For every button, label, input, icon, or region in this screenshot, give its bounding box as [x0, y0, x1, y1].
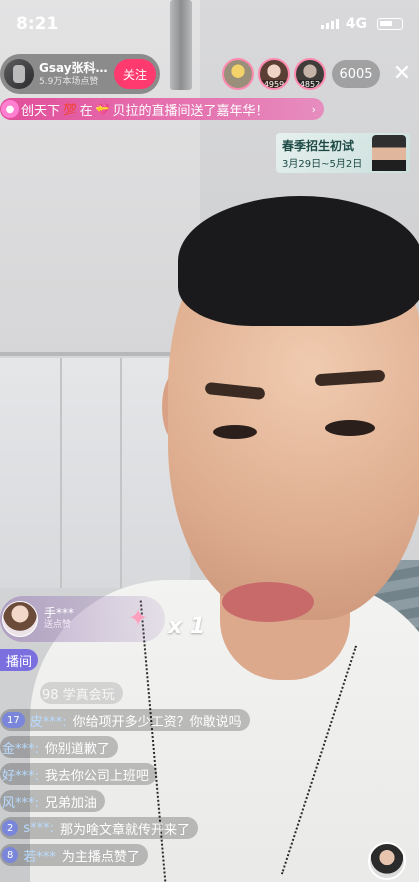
battery-icon	[377, 18, 403, 30]
close-icon[interactable]: ✕	[388, 60, 416, 88]
level-badge: 17	[2, 712, 25, 728]
chat-username[interactable]: 风***:	[2, 792, 39, 811]
follow-button[interactable]: 关注	[114, 59, 156, 89]
hundred-icon: 💯	[63, 102, 77, 116]
chat-username[interactable]: 金***:	[2, 738, 39, 757]
chat-message[interactable]: 8 若*** 为主播点赞了	[0, 844, 148, 866]
signal-icon	[321, 19, 339, 29]
top-viewer-avatar[interactable]	[222, 58, 254, 90]
heart-icon: 💝	[95, 102, 110, 116]
promo-image	[372, 135, 406, 171]
chat-username[interactable]: s***:	[23, 821, 54, 836]
gift-text: 贝拉的直播间送了嘉年华！	[112, 103, 269, 119]
chevron-right-icon: ›	[311, 102, 316, 116]
enter-notice: 播间	[0, 649, 39, 671]
top-viewer-avatar[interactable]: 4852	[294, 58, 326, 90]
gift-bubble-icon: ●	[1, 100, 19, 118]
promo-card[interactable]: 春季招生初试 3月29日~5月2日	[276, 133, 410, 173]
gift-count: x 1	[168, 614, 206, 639]
gift-sender-name: 手***	[44, 606, 75, 621]
chat-message[interactable]: 金***: 你别道歉了	[0, 736, 118, 758]
chat-text: 为主播点赞了	[61, 849, 140, 865]
host-avatar[interactable]	[4, 59, 34, 89]
chat-username[interactable]: 若***	[23, 846, 56, 865]
chat-text: 那为啥文章就传开来了	[60, 822, 191, 838]
host-mini-avatar[interactable]	[368, 842, 406, 880]
chat-message[interactable]: 17 皮***: 你给项开多少工资？你敢说吗	[0, 709, 250, 731]
top-viewer-avatar[interactable]: 4959	[258, 58, 290, 90]
chat-text: 你给项开多少工资？你敢说吗	[72, 714, 242, 730]
promo-title: 春季招生初试	[282, 139, 355, 153]
chat-text: 你别道歉了	[44, 741, 110, 757]
viewer-count[interactable]: 6005	[332, 60, 380, 88]
host-card[interactable]: Gsay张科… 5.9万本场点赞 关注	[0, 54, 160, 94]
network-label: 4G	[345, 16, 367, 32]
chat-message[interactable]: 2 s***: 那为啥文章就传开来了	[0, 817, 199, 839]
chat-message[interactable]: 风***: 兄弟加油	[0, 790, 105, 812]
host-likes: 5.9万本场点赞	[39, 76, 99, 87]
status-bar: 8:21 4G	[0, 0, 419, 46]
level-badge: 2	[2, 820, 19, 836]
gift-banner[interactable]: ● 创天下 💯 在 💝 贝拉的直播间送了嘉年华！ ›	[0, 98, 324, 120]
level-badge: 8	[2, 847, 19, 863]
promo-dates: 3月29日~5月2日	[282, 159, 363, 170]
status-time: 8:21	[16, 14, 59, 34]
host-name: Gsay张科…	[39, 60, 108, 75]
thumbs-up-icon: ✦	[128, 604, 149, 632]
window-background	[0, 358, 190, 588]
chat-text: 兄弟加油	[44, 795, 97, 811]
chat-message[interactable]: 好***: 我去你公司上班吧	[0, 763, 157, 785]
chat-username[interactable]: 皮***:	[30, 711, 67, 730]
chat-message[interactable]: 98 学真会玩	[40, 682, 123, 704]
gift-sender: 创天下	[21, 103, 61, 119]
chat-text: 我去你公司上班吧	[44, 768, 149, 784]
gift-action: 送点赞	[44, 619, 72, 630]
gift-sender-avatar[interactable]	[2, 601, 38, 637]
chat-username[interactable]: 好***:	[2, 765, 39, 784]
